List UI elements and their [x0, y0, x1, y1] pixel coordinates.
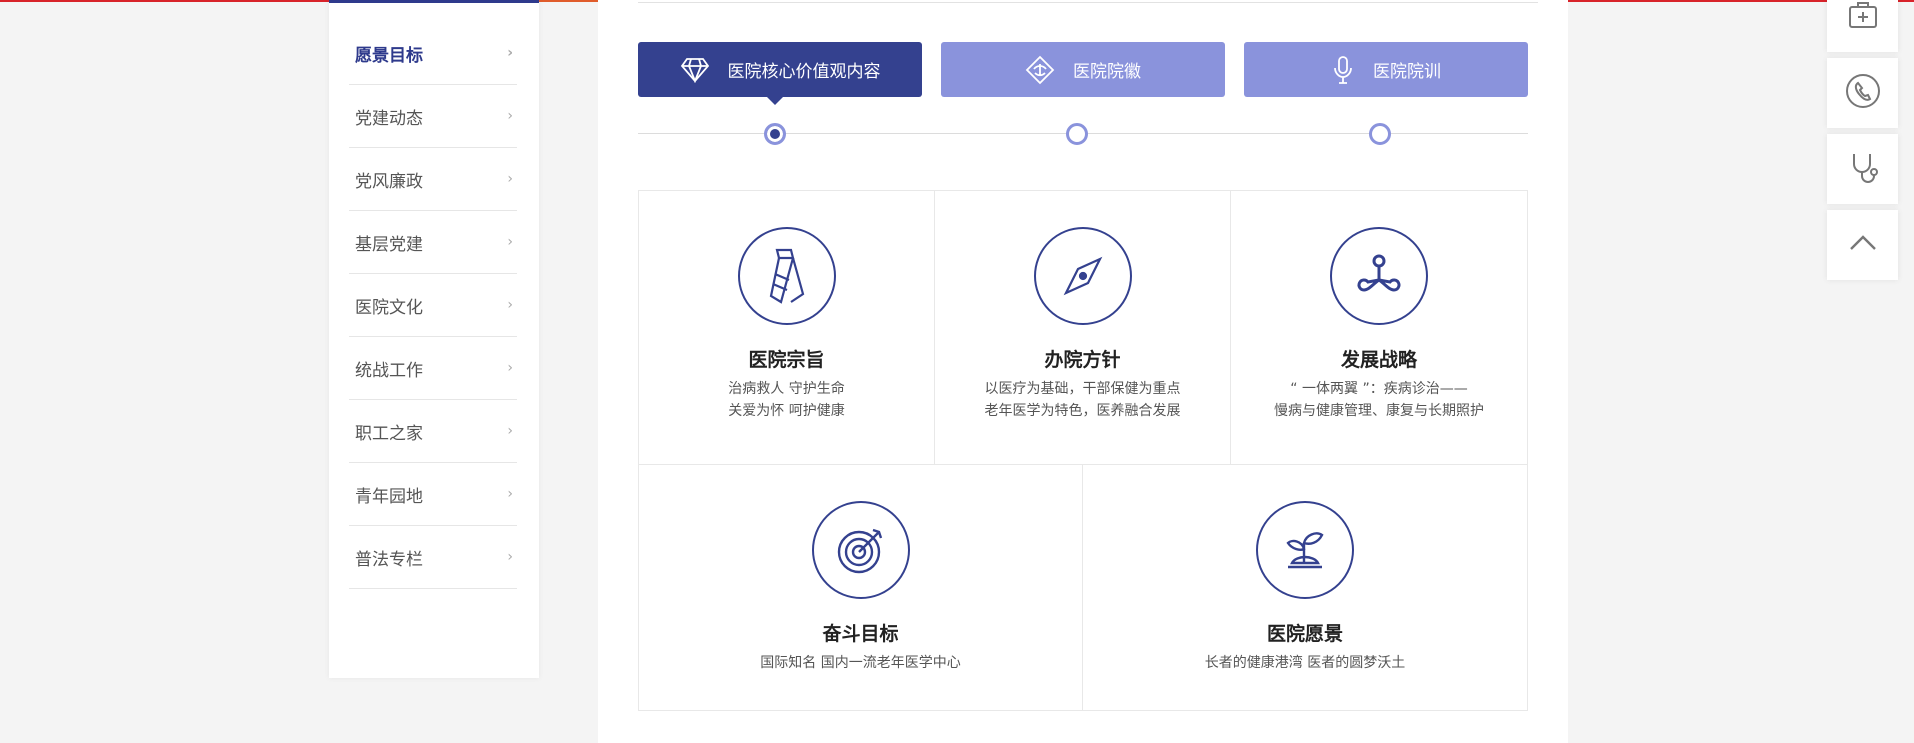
- sidebar-item-vision[interactable]: 愿景目标 ›: [349, 22, 517, 85]
- strategy-icon: [1330, 227, 1428, 325]
- sidebar-item-label: 职工之家: [355, 423, 423, 444]
- hospital-emblem-icon: [1025, 55, 1055, 85]
- value-card: 奋斗目标 国际知名 国内一流老年医学中心: [638, 464, 1083, 711]
- tab-label: 医院院训: [1373, 62, 1441, 82]
- card-title: 奋斗目标: [822, 623, 899, 645]
- target-icon: [811, 501, 910, 599]
- timeline-dot[interactable]: [1369, 123, 1391, 145]
- card-text: 以医疗为基础，干部保健为重点 老年医学为特色，医养融合发展: [984, 381, 1181, 419]
- sidebar-item-label: 愿景目标: [355, 45, 423, 66]
- tab-motto[interactable]: 医院院训: [1244, 42, 1528, 97]
- chevron-right-icon: ›: [507, 171, 513, 187]
- chevron-right-icon: ›: [507, 108, 513, 124]
- chevron-right-icon: ›: [507, 486, 513, 502]
- sidebar-item-label: 医院文化: [355, 297, 423, 318]
- timeline-dot[interactable]: [764, 123, 786, 145]
- tab-pointer: [767, 97, 783, 105]
- back-to-top-button[interactable]: [1827, 210, 1898, 280]
- sidebar-item-party-news[interactable]: 党建动态 ›: [349, 85, 517, 148]
- chevron-right-icon: ›: [507, 549, 513, 565]
- medical-kit-icon: [1846, 0, 1880, 35]
- back-to-top-icon: [1848, 233, 1878, 257]
- chevron-right-icon: ›: [507, 45, 513, 61]
- main-content: 医院核心价值观内容 医院院徽 医院院训 医院宗旨 治病救人 守护生命 关爱为怀 呵…: [598, 0, 1568, 743]
- chevron-right-icon: ›: [507, 297, 513, 313]
- phone-icon: [1844, 72, 1882, 114]
- stethoscope-icon: [1844, 148, 1882, 190]
- card-title: 发展战略: [1340, 349, 1417, 371]
- sidebar: 愿景目标 › 党建动态 › 党风廉政 › 基层党建 › 医院文化 › 统战工作 › 职工之家…: [329, 0, 539, 678]
- sidebar-item-staff-home[interactable]: 职工之家 ›: [349, 400, 517, 463]
- compass-icon: [1033, 227, 1132, 325]
- sidebar-top-line: [329, 0, 539, 3]
- timeline-dot[interactable]: [1066, 123, 1088, 145]
- value-card: 医院宗旨 治病救人 守护生命 关爱为怀 呵护健康: [638, 190, 935, 465]
- chevron-right-icon: ›: [507, 360, 513, 376]
- diamond-icon: [680, 57, 710, 83]
- value-card: 办院方针 以医疗为基础，干部保健为重点 老年医学为特色，医养融合发展: [934, 190, 1231, 465]
- tab-emblem[interactable]: 医院院徽: [941, 42, 1225, 97]
- sidebar-item-youth[interactable]: 青年园地 ›: [349, 463, 517, 526]
- card-title: 医院愿景: [1266, 623, 1343, 645]
- card-text: 长者的健康港湾 医者的圆梦沃土: [1204, 655, 1406, 671]
- card-title: 办院方针: [1044, 349, 1121, 371]
- phone-button[interactable]: [1827, 58, 1898, 128]
- stethoscope-button[interactable]: [1827, 134, 1898, 204]
- sidebar-item-culture[interactable]: 医院文化 ›: [349, 274, 517, 337]
- tab-label: 医院核心价值观内容: [727, 62, 881, 82]
- sidebar-item-label: 统战工作: [355, 360, 423, 381]
- card-text: “ 一体两翼 ”：疾病诊治—— 慢病与健康管理、康复与长期照护: [1274, 381, 1484, 419]
- sidebar-item-grassroots[interactable]: 基层党建 ›: [349, 211, 517, 274]
- sidebar-item-label: 青年园地: [355, 486, 423, 507]
- tab-core-values[interactable]: 医院核心价值观内容: [638, 42, 922, 97]
- divider: [638, 2, 1538, 3]
- sidebar-item-law[interactable]: 普法专栏 ›: [349, 526, 517, 589]
- sidebar-item-integrity[interactable]: 党风廉政 ›: [349, 148, 517, 211]
- sidebar-item-label: 党风廉政: [355, 171, 423, 192]
- sidebar-item-label: 普法专栏: [355, 549, 423, 570]
- top-accent-line: [0, 0, 329, 2]
- card-text: 治病救人 守护生命 关爱为怀 呵护健康: [728, 381, 845, 419]
- card-text: 国际知名 国内一流老年医学中心: [760, 655, 961, 671]
- chevron-right-icon: ›: [507, 234, 513, 250]
- sidebar-item-label: 基层党建: [355, 234, 423, 255]
- sidebar-item-label: 党建动态: [355, 108, 423, 129]
- microphone-icon: [1331, 55, 1355, 85]
- chevron-right-icon: ›: [507, 423, 513, 439]
- value-card: 发展战略 “ 一体两翼 ”：疾病诊治—— 慢病与健康管理、康复与长期照护: [1230, 190, 1528, 465]
- card-title: 医院宗旨: [748, 349, 825, 371]
- tie-icon: [737, 227, 836, 325]
- value-card: 医院愿景 长者的健康港湾 医者的圆梦沃土: [1082, 464, 1528, 711]
- sprout-icon: [1256, 501, 1354, 599]
- tab-label: 医院院徽: [1073, 62, 1141, 82]
- sidebar-item-united-front[interactable]: 统战工作 ›: [349, 337, 517, 400]
- medical-kit-button[interactable]: [1827, 0, 1898, 52]
